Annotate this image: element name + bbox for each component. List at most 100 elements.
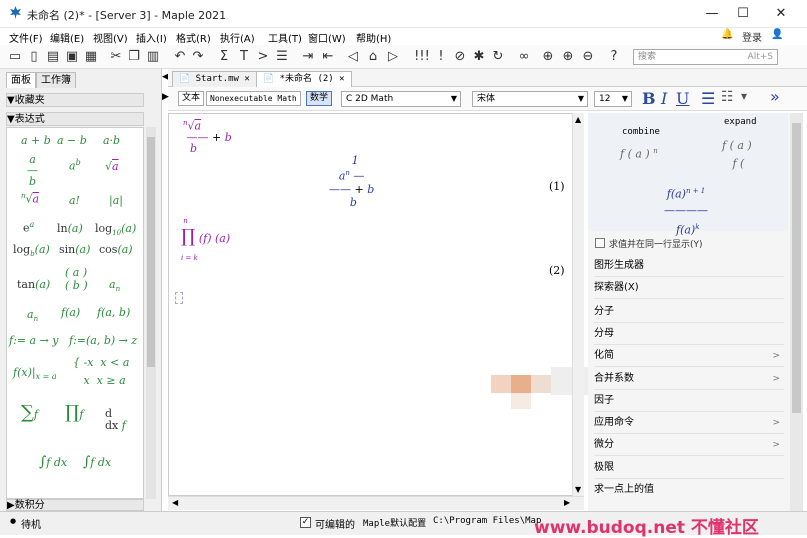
login-link[interactable]: 登录 bbox=[742, 29, 762, 44]
palette-function-2[interactable]: f(a, b) bbox=[97, 306, 130, 319]
copy-icon[interactable]: ❐ bbox=[126, 49, 142, 65]
nonexec-math-button[interactable]: Nonexecutable Math bbox=[206, 91, 301, 106]
expand-arrow-icon[interactable]: ▶ bbox=[162, 92, 169, 102]
menu-tools[interactable]: 工具(T) bbox=[268, 30, 302, 45]
math-expression-input-1[interactable]: n√a —— + b b bbox=[183, 118, 232, 154]
scroll-up-icon[interactable]: ▲ bbox=[575, 115, 581, 124]
close-tab-icon[interactable]: ✕ bbox=[244, 74, 249, 84]
stop-icon[interactable]: ⊘ bbox=[452, 49, 468, 65]
ctx-simplify[interactable]: 化简 > bbox=[594, 345, 784, 367]
debug-icon[interactable]: ✱ bbox=[471, 49, 487, 65]
section-icon[interactable]: ☰ bbox=[274, 49, 290, 65]
favorites-section[interactable]: ▼收藏夹 bbox=[6, 93, 144, 107]
close-button[interactable]: ✕ bbox=[766, 3, 796, 25]
redo-icon[interactable]: ↷ bbox=[190, 49, 206, 65]
expand-preview[interactable]: f ( a ) f ( bbox=[722, 137, 752, 173]
horizontal-scrollbar[interactable]: ◀ ▶ bbox=[168, 496, 584, 510]
paste-icon[interactable]: ▥ bbox=[145, 49, 161, 65]
context-scroll-thumb[interactable] bbox=[792, 123, 801, 413]
ctx-explorer[interactable]: 探索器(X) bbox=[594, 277, 784, 299]
size-select[interactable]: 12 ▼ bbox=[594, 91, 632, 107]
menu-execute[interactable]: 执行(A) bbox=[220, 30, 255, 45]
menu-window[interactable]: 窗口(W) bbox=[308, 30, 346, 45]
math-expression-input-2[interactable]: n ∏ (f) (a) i = k bbox=[181, 210, 230, 266]
text-mode-icon[interactable]: T bbox=[236, 49, 252, 65]
home-icon[interactable]: ⌂ bbox=[365, 49, 381, 65]
save-icon[interactable]: ▣ bbox=[64, 49, 80, 65]
print-icon[interactable]: ▦ bbox=[83, 49, 99, 65]
math-mode-icon[interactable]: Σ bbox=[216, 49, 232, 65]
combine-label[interactable]: combine bbox=[622, 127, 660, 137]
menu-format[interactable]: 格式(R) bbox=[176, 30, 211, 45]
minimize-button[interactable]: — bbox=[697, 3, 727, 25]
outdent-icon[interactable]: ⇤ bbox=[320, 49, 336, 65]
editable-checkbox[interactable]: ✓ bbox=[300, 517, 311, 528]
palette-definite-integral[interactable]: ∫f dx bbox=[83, 454, 111, 470]
palette-exp[interactable]: ea bbox=[23, 220, 34, 235]
tab-start[interactable]: 📄 Start.mw ✕ bbox=[172, 71, 257, 87]
underline-icon[interactable]: U bbox=[676, 89, 689, 108]
bell-icon[interactable]: 🔔 bbox=[721, 29, 733, 40]
zoom-100-icon[interactable]: ⊕ bbox=[540, 49, 556, 65]
back-icon[interactable]: ◁ bbox=[345, 49, 361, 65]
palette-fraction[interactable]: a — b bbox=[27, 154, 38, 187]
palette-sin[interactable]: sin(a) bbox=[59, 243, 90, 256]
palette-eval-at[interactable]: f(x)|x = a bbox=[13, 366, 57, 381]
expressions-section[interactable]: ▼表达式 bbox=[6, 112, 144, 126]
combine-preview[interactable]: f ( a ) n bbox=[620, 147, 658, 161]
palette-binomial[interactable]: ( a )( b ) bbox=[65, 266, 88, 292]
ctx-collect[interactable]: 合并系数 > bbox=[594, 368, 784, 390]
palette-ln[interactable]: ln(a) bbox=[57, 222, 83, 235]
cut-icon[interactable]: ✂ bbox=[108, 49, 124, 65]
new-doc-icon[interactable]: ▯ bbox=[26, 49, 42, 65]
style-select[interactable]: C 2D Math ▼ bbox=[341, 91, 461, 107]
palette-logb[interactable]: logb(a) bbox=[13, 243, 50, 258]
scroll-down-icon[interactable]: ▼ bbox=[575, 485, 581, 494]
font-select[interactable]: 宋体 ▼ bbox=[472, 91, 588, 107]
palette-piecewise[interactable]: { -x x < a x x ≥ a bbox=[73, 354, 129, 390]
document-scrollbar[interactable]: ▲ ▼ bbox=[572, 113, 584, 496]
calculus-section[interactable]: ▶数积分 bbox=[6, 499, 144, 511]
execute-all-icon[interactable]: !!! bbox=[414, 49, 430, 65]
palette-subscript-n[interactable]: an bbox=[27, 308, 38, 323]
palette-scroll-thumb[interactable] bbox=[147, 137, 155, 367]
palette-product[interactable]: a·b bbox=[103, 134, 120, 147]
indent-icon[interactable]: ⇥ bbox=[300, 49, 316, 65]
close-tab-icon[interactable]: ✕ bbox=[339, 74, 344, 84]
bold-icon[interactable]: B bbox=[642, 89, 656, 108]
palette-subscript[interactable]: an bbox=[109, 278, 120, 293]
palette-integral[interactable]: ∫f dx bbox=[39, 454, 67, 470]
palette-tan[interactable]: tan(a) bbox=[17, 278, 50, 291]
link-icon[interactable]: ∞ bbox=[516, 49, 532, 65]
palette-product-sym[interactable]: ∏f bbox=[65, 402, 83, 423]
simplify-preview[interactable]: f(a)n + 1 ———— f(a)k bbox=[664, 183, 708, 238]
restart-icon[interactable]: ↻ bbox=[490, 49, 506, 65]
palette-mapping[interactable]: f:= a → y bbox=[9, 334, 58, 347]
palette-function[interactable]: f(a) bbox=[61, 306, 80, 319]
expand-label[interactable]: expand bbox=[724, 117, 757, 127]
ctx-numerator[interactable]: 分子 bbox=[594, 301, 784, 323]
ctx-limit[interactable]: 极限 bbox=[594, 457, 784, 479]
menu-insert[interactable]: 插入(I) bbox=[136, 30, 167, 45]
help-icon[interactable]: ? bbox=[606, 49, 622, 65]
palette-sqrt[interactable]: √a bbox=[105, 160, 119, 173]
prompt-icon[interactable]: > bbox=[255, 49, 271, 65]
maximize-button[interactable]: ☐ bbox=[728, 3, 758, 25]
ctx-plot-builder[interactable]: 图形生成器 bbox=[594, 255, 784, 277]
tab-untitled[interactable]: 📄 *未命名 (2) ✕ bbox=[256, 71, 352, 87]
ctx-differentiate[interactable]: 微分 > bbox=[594, 434, 784, 456]
scroll-left-icon[interactable]: ◀ bbox=[172, 498, 178, 507]
palette-diff[interactable]: a − b bbox=[57, 134, 87, 147]
palette-cos[interactable]: cos(a) bbox=[99, 243, 133, 256]
new-icon[interactable]: ▭ bbox=[7, 49, 23, 65]
scroll-right-icon[interactable]: ▶ bbox=[564, 498, 570, 507]
zoom-in-icon[interactable]: ⊕ bbox=[560, 49, 576, 65]
text-mode-button[interactable]: 文本 bbox=[178, 91, 205, 106]
palette-power[interactable]: ab bbox=[69, 158, 81, 173]
tab-palettes[interactable]: 面板 bbox=[6, 72, 36, 88]
menu-file[interactable]: 文件(F) bbox=[9, 30, 43, 45]
math-mode-button[interactable]: 数学 bbox=[306, 91, 333, 106]
palette-summation[interactable]: ∑f bbox=[21, 402, 38, 423]
palette-factorial[interactable]: a! bbox=[69, 194, 80, 207]
input-cursor-bracket[interactable] bbox=[175, 292, 183, 304]
